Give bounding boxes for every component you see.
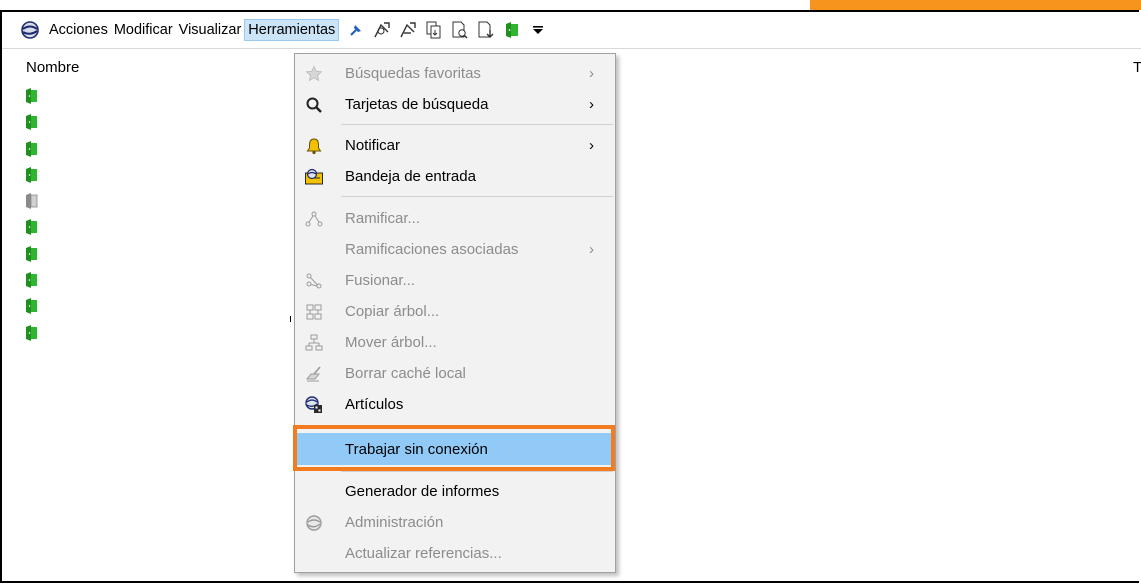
stray-mark [290,316,291,322]
menu-item-busquedas-favoritas[interactable]: Búsquedas favoritas › [295,58,615,89]
menu-separator [341,124,613,125]
star-icon [303,63,325,85]
list-item[interactable] [26,324,38,351]
menu-herramientas[interactable]: Herramientas [244,19,340,41]
bell-icon [303,135,325,157]
menu-item-generador-informes[interactable]: Generador de informes [295,476,615,507]
green-door-icon [26,324,38,344]
menu-item-articulos[interactable]: Artículos [295,389,615,420]
list-item[interactable] [26,193,38,219]
menu-item-ramificaciones-asociadas[interactable]: Ramificaciones asociadas › [295,234,615,265]
articles-icon [303,394,325,416]
green-door-icon [26,166,38,186]
move-tree-icon [303,332,325,354]
menu-item-ramificar[interactable]: Ramificar... [295,203,615,234]
merge-icon [303,270,325,292]
list-item[interactable] [26,298,38,324]
gray-door-icon [26,193,38,212]
menu-acciones[interactable]: Acciones [46,19,111,41]
list-item[interactable] [26,114,38,140]
draw-arrow-2-icon[interactable] [397,19,419,41]
menu-modificar[interactable]: Modificar [111,19,176,41]
draw-arrow-icon[interactable] [371,19,393,41]
herramientas-dropdown-menu: Búsquedas favoritas › Tarjetas de búsque… [294,53,616,573]
menu-visualizar[interactable]: Visualizar [176,19,245,41]
column-header-nombre[interactable]: Nombre [26,59,79,76]
menu-separator [341,196,613,197]
copy-tree-icon [303,301,325,323]
green-door-icon [26,298,38,317]
menu-item-tarjetas-busqueda[interactable]: Tarjetas de búsqueda › [295,89,615,120]
doc-search-icon[interactable] [449,19,471,41]
green-door-icon[interactable] [501,19,523,41]
menubar: Acciones Modificar Visualizar Herramient… [2,12,1141,49]
clear-cache-icon [303,363,325,385]
inbox-icon [303,166,325,188]
doc-copy-icon[interactable] [423,19,445,41]
green-door-icon [26,114,38,133]
green-door-icon [26,88,38,107]
green-door-icon [26,140,38,160]
dropdown-arrow-icon[interactable] [527,19,549,41]
app-logo-icon[interactable] [20,20,40,40]
pin-icon[interactable] [345,19,367,41]
list-item[interactable] [26,219,38,245]
orange-banner-strip [810,0,1141,10]
list-item[interactable] [26,88,38,114]
green-door-icon [26,245,38,265]
callout-highlight-box [293,425,615,471]
branch-icon [303,208,325,230]
menu-item-mover-arbol[interactable]: Mover árbol... [295,327,615,358]
list-item[interactable] [26,166,38,193]
green-door-icon [26,219,38,238]
list-item[interactable] [26,140,38,167]
menu-item-borrar-cache[interactable]: Borrar caché local [295,358,615,389]
menu-item-administracion[interactable]: Administración [295,507,615,538]
menu-item-copiar-arbol[interactable]: Copiar árbol... [295,296,615,327]
admin-icon [303,512,325,534]
list-item[interactable] [26,245,38,272]
menu-item-fusionar[interactable]: Fusionar... [295,265,615,296]
doc-download-icon[interactable] [475,19,497,41]
green-door-icon [26,272,38,291]
menu-separator [341,471,613,472]
item-list [26,88,38,351]
column-header-cut[interactable]: T [1133,59,1141,76]
menu-item-bandeja-entrada[interactable]: Bandeja de entrada [295,161,615,192]
menu-item-actualizar-referencias[interactable]: Actualizar referencias... [295,538,615,569]
list-item[interactable] [26,272,38,298]
menu-item-notificar[interactable]: Notificar › [295,130,615,161]
search-icon [303,94,325,116]
